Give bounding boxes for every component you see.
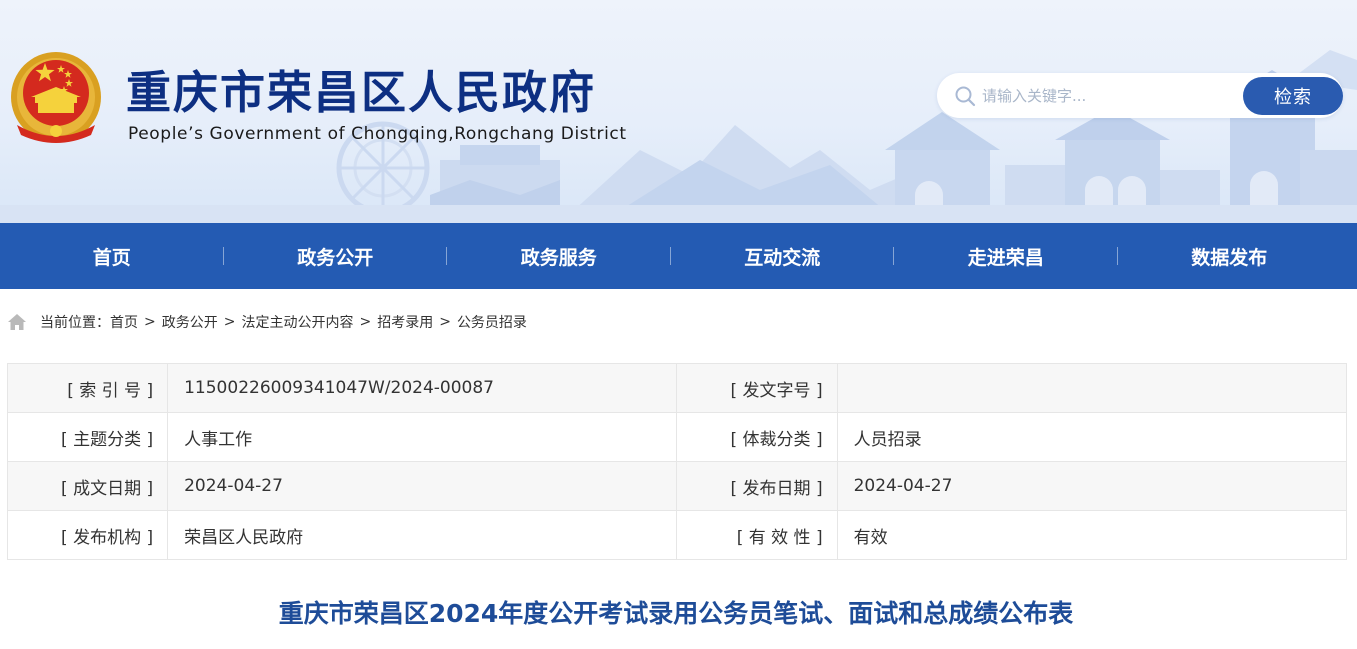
breadcrumb-recruitment[interactable]: 招考录用	[377, 312, 433, 332]
table-row: [ 索 引 号 ] 11500226009341047W/2024-00087 …	[6, 363, 1348, 413]
breadcrumb-separator: >	[144, 314, 156, 330]
breadcrumb-statutory-disclosure[interactable]: 法定主动公开内容	[241, 312, 353, 332]
search-input[interactable]	[982, 83, 1232, 109]
breadcrumb-government-affairs[interactable]: 政务公开	[162, 312, 218, 332]
breadcrumb-separator: >	[439, 314, 451, 330]
breadcrumb-prefix: 当前位置：	[40, 315, 110, 331]
document-info-table: [ 索 引 号 ] 11500226009341047W/2024-00087 …	[6, 363, 1348, 560]
breadcrumb-separator: >	[359, 314, 372, 330]
breadcrumb-separator: >	[223, 314, 236, 330]
table-row: [ 成文日期 ] 2024-04-27 [ 发布日期 ] 2024-04-27	[6, 461, 1348, 511]
main-nav: 首页 政务公开 政务服务 互动交流 走进荣昌 数据发布	[0, 223, 1357, 289]
info-value-document-number	[836, 363, 1348, 413]
info-value-written-date: 2024-04-27	[167, 461, 678, 511]
nav-item-interaction[interactable]: 互动交流	[671, 223, 895, 289]
search-icon	[955, 86, 976, 107]
search-box: 检索	[937, 73, 1343, 118]
info-value-publishing-agency: 荣昌区人民政府	[167, 510, 678, 560]
breadcrumb-civil-servant-recruitment[interactable]: 公务员招录	[457, 312, 527, 332]
info-label-document-number: [ 发文字号 ]	[676, 363, 838, 413]
nav-item-government-services[interactable]: 政务服务	[447, 223, 671, 289]
site-title: 重庆市荣昌区人民政府	[126, 66, 597, 119]
nav-item-about-rongchang[interactable]: 走进荣昌	[894, 223, 1118, 289]
nav-item-data-release[interactable]: 数据发布	[1118, 223, 1342, 289]
info-label-index-number: [ 索 引 号 ]	[6, 363, 169, 413]
info-value-genre-category: 人员招录	[836, 412, 1348, 462]
breadcrumb-home[interactable]: 首页	[110, 312, 138, 332]
table-row: [ 主题分类 ] 人事工作 [ 体裁分类 ] 人员招录	[6, 412, 1348, 462]
table-row: [ 发布机构 ] 荣昌区人民政府 [ 有 效 性 ] 有效	[6, 510, 1348, 560]
info-label-written-date: [ 成文日期 ]	[6, 461, 169, 511]
site-header: 重庆市荣昌区人民政府 People’s Government of Chongq…	[0, 0, 1357, 223]
info-label-subject-category: [ 主题分类 ]	[6, 412, 169, 462]
info-label-publishing-agency: [ 发布机构 ]	[6, 510, 169, 560]
home-icon	[8, 314, 26, 330]
info-value-subject-category: 人事工作	[167, 412, 678, 462]
info-value-validity: 有效	[836, 510, 1348, 560]
info-value-publish-date: 2024-04-27	[836, 461, 1348, 511]
article-title: 重庆市荣昌区2024年度公开考试录用公务员笔试、面试和总成绩公布表	[278, 599, 1074, 628]
search-button[interactable]: 检索	[1243, 77, 1343, 115]
site-subtitle: People’s Government of Chongqing,Rongcha…	[128, 124, 627, 144]
info-label-genre-category: [ 体裁分类 ]	[676, 412, 838, 462]
nav-item-government-affairs[interactable]: 政务公开	[224, 223, 448, 289]
breadcrumb: 当前位置： 首页 > 政务公开 > 法定主动公开内容 > 招考录用 > 公务员招…	[7, 310, 527, 334]
nav-item-home[interactable]: 首页	[0, 223, 224, 289]
national-emblem-icon	[11, 52, 101, 143]
info-label-publish-date: [ 发布日期 ]	[676, 461, 838, 511]
info-value-index-number: 11500226009341047W/2024-00087	[167, 363, 678, 413]
info-label-validity: [ 有 效 性 ]	[676, 510, 838, 560]
